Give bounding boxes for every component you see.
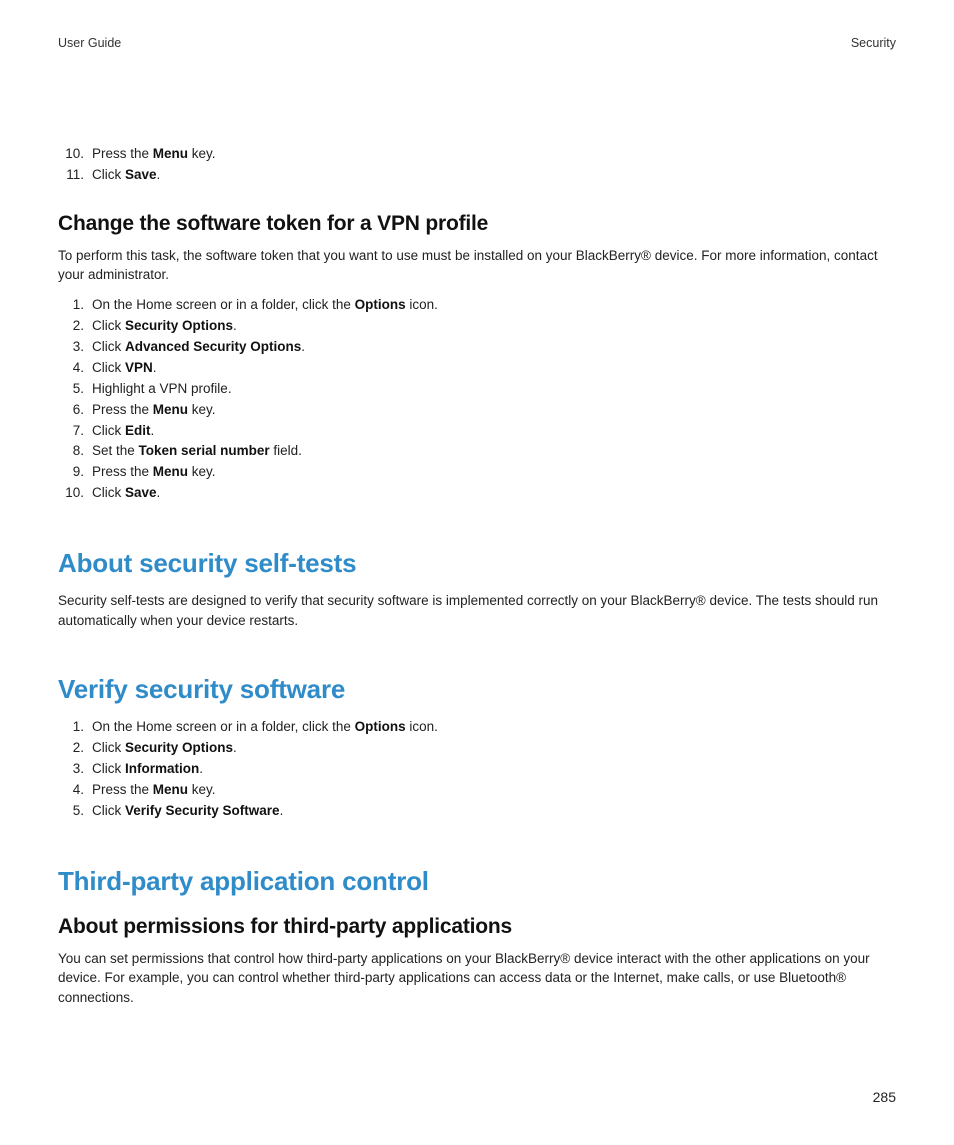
step-text: Press the [92, 464, 153, 479]
step-bold: Menu [153, 782, 188, 797]
step-item: Click Edit. [58, 421, 896, 442]
step-bold: Menu [153, 402, 188, 417]
step-item: Click Save. [58, 165, 896, 186]
step-text: Press the [92, 782, 153, 797]
step-text: Click [92, 339, 125, 354]
step-text: Press the [92, 402, 153, 417]
vpn-heading: Change the software token for a VPN prof… [58, 212, 896, 236]
step-bold: Edit [125, 423, 151, 438]
header-left: User Guide [58, 36, 121, 50]
step-text: Click [92, 485, 125, 500]
step-text: Set the [92, 443, 139, 458]
step-bold: VPN [125, 360, 153, 375]
step-text: Press the [92, 146, 153, 161]
step-text: . [280, 803, 284, 818]
step-item: On the Home screen or in a folder, click… [58, 295, 896, 316]
step-item: Set the Token serial number field. [58, 441, 896, 462]
step-item: Press the Menu key. [58, 462, 896, 483]
selftests-body: Security self-tests are designed to veri… [58, 591, 896, 630]
step-item: Click VPN. [58, 358, 896, 379]
step-text: . [199, 761, 203, 776]
step-item: Click Advanced Security Options. [58, 337, 896, 358]
step-bold: Information [125, 761, 199, 776]
page-number: 285 [873, 1089, 896, 1105]
step-text: Click [92, 423, 125, 438]
step-text: . [157, 167, 161, 182]
verify-heading: Verify security software [58, 674, 896, 705]
running-header: User Guide Security [58, 36, 896, 50]
continued-steps: Press the Menu key.Click Save. [58, 144, 896, 186]
page: User Guide Security Press the Menu key.C… [0, 0, 954, 1145]
step-item: Click Security Options. [58, 738, 896, 759]
step-text: . [233, 318, 237, 333]
step-item: Press the Menu key. [58, 780, 896, 801]
vpn-section: Change the software token for a VPN prof… [58, 212, 896, 504]
step-text: key. [188, 146, 216, 161]
step-item: On the Home screen or in a folder, click… [58, 717, 896, 738]
step-text: On the Home screen or in a folder, click… [92, 297, 355, 312]
step-text: Highlight a VPN profile. [92, 381, 232, 396]
step-text: field. [270, 443, 302, 458]
step-item: Click Save. [58, 483, 896, 504]
step-item: Press the Menu key. [58, 400, 896, 421]
step-text: . [153, 360, 157, 375]
thirdparty-body: You can set permissions that control how… [58, 949, 896, 1008]
thirdparty-subheading: About permissions for third-party applic… [58, 915, 896, 939]
step-item: Click Verify Security Software. [58, 801, 896, 822]
step-bold: Save [125, 167, 157, 182]
step-bold: Verify Security Software [125, 803, 280, 818]
step-text: Click [92, 318, 125, 333]
vpn-intro: To perform this task, the software token… [58, 246, 896, 285]
step-text: icon. [406, 719, 438, 734]
thirdparty-section: Third-party application control About pe… [58, 866, 896, 1008]
verify-steps: On the Home screen or in a folder, click… [58, 717, 896, 822]
step-text: Click [92, 167, 125, 182]
selftests-heading: About security self-tests [58, 548, 896, 579]
step-bold: Security Options [125, 318, 233, 333]
step-text: Click [92, 803, 125, 818]
thirdparty-heading: Third-party application control [58, 866, 896, 897]
step-text: key. [188, 782, 216, 797]
step-bold: Options [355, 719, 406, 734]
step-item: Highlight a VPN profile. [58, 379, 896, 400]
step-bold: Menu [153, 146, 188, 161]
step-text: . [233, 740, 237, 755]
step-text: key. [188, 464, 216, 479]
step-text: Click [92, 740, 125, 755]
continued-steps-block: Press the Menu key.Click Save. [58, 144, 896, 186]
step-text: key. [188, 402, 216, 417]
step-bold: Options [355, 297, 406, 312]
step-text: Click [92, 761, 125, 776]
step-bold: Save [125, 485, 157, 500]
step-item: Press the Menu key. [58, 144, 896, 165]
step-text: On the Home screen or in a folder, click… [92, 719, 355, 734]
step-text: Click [92, 360, 125, 375]
step-item: Click Information. [58, 759, 896, 780]
step-bold: Advanced Security Options [125, 339, 301, 354]
step-item: Click Security Options. [58, 316, 896, 337]
step-bold: Security Options [125, 740, 233, 755]
step-bold: Menu [153, 464, 188, 479]
step-text: icon. [406, 297, 438, 312]
step-text: . [151, 423, 155, 438]
step-text: . [157, 485, 161, 500]
step-bold: Token serial number [139, 443, 270, 458]
vpn-steps: On the Home screen or in a folder, click… [58, 295, 896, 504]
selftests-section: About security self-tests Security self-… [58, 548, 896, 630]
step-text: . [301, 339, 305, 354]
verify-section: Verify security software On the Home scr… [58, 674, 896, 822]
header-right: Security [851, 36, 896, 50]
